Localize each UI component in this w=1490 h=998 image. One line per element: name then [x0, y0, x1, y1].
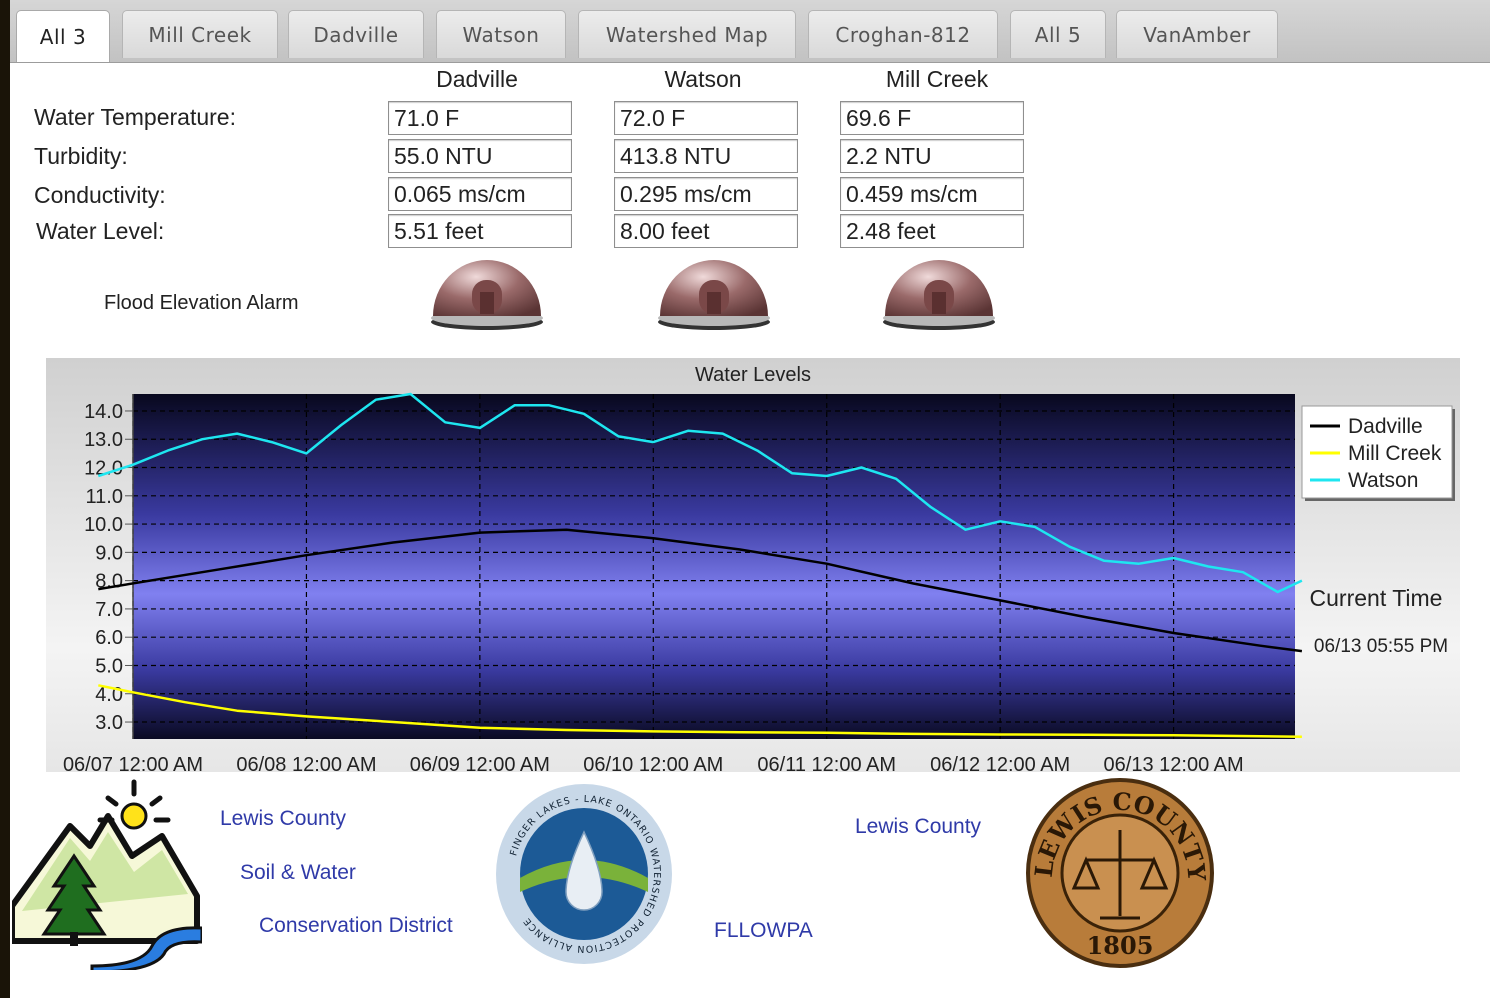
label-conductivity: Conductivity: — [34, 182, 166, 208]
watson-temp-field[interactable]: 72.0 F — [614, 101, 798, 135]
current-time-value: 06/13 05:55 PM — [1314, 636, 1448, 657]
tab-dadville[interactable]: Dadville — [288, 10, 424, 58]
dadville-conductivity-field[interactable]: 0.065 ms/cm — [388, 177, 572, 211]
chart-legend: Dadville Mill Creek Watson — [1301, 405, 1455, 501]
y-tick-label: 12.0 — [84, 458, 123, 480]
site-header-watson: Watson — [664, 66, 742, 92]
millcreek-alarm-beacon-icon — [883, 260, 995, 330]
site-tabbar: All 3 Mill Creek Dadville Watson Watersh… — [10, 0, 1490, 63]
county-seal-year: 1805 — [1087, 931, 1154, 960]
flood-alarm-label: Flood Elevation Alarm — [104, 292, 299, 314]
plot-area — [133, 394, 1295, 739]
x-tick-label: 06/08 12:00 AM — [236, 754, 376, 772]
millcreek-turbidity-field[interactable]: 2.2 NTU — [840, 139, 1024, 173]
tab-mill-creek[interactable]: Mill Creek — [122, 10, 278, 58]
y-tick-label: 13.0 — [84, 429, 123, 451]
current-time-label: Current Time — [1310, 585, 1443, 611]
y-tick-label: 14.0 — [84, 401, 123, 423]
site-header-dadville: Dadville — [436, 66, 518, 92]
site-header-mill-creek: Mill Creek — [885, 66, 989, 92]
millcreek-conductivity-field[interactable]: 0.459 ms/cm — [840, 177, 1024, 211]
dadville-turbidity-field[interactable]: 55.0 NTU — [388, 139, 572, 173]
x-tick-label: 06/07 12:00 AM — [63, 754, 203, 772]
swcd-link-line1[interactable]: Lewis County — [220, 807, 346, 831]
chart-title: Water Levels — [695, 364, 811, 386]
label-turbidity: Turbidity: — [34, 143, 128, 169]
legend-label: Dadville — [1348, 415, 1423, 438]
tab-all-5[interactable]: All 5 — [1010, 10, 1106, 58]
watson-level-field[interactable]: 8.00 feet — [614, 214, 798, 248]
y-tick-label: 9.0 — [95, 542, 123, 564]
lewis-county-link[interactable]: Lewis County — [855, 815, 981, 839]
legend-label: Mill Creek — [1348, 442, 1442, 465]
watson-conductivity-field[interactable]: 0.295 ms/cm — [614, 177, 798, 211]
millcreek-temp-field[interactable]: 69.6 F — [840, 101, 1024, 135]
y-tick-label: 6.0 — [95, 627, 123, 649]
dadville-alarm-beacon-icon — [431, 260, 543, 330]
dadville-temp-field[interactable]: 71.0 F — [388, 101, 572, 135]
x-tick-label: 06/11 12:00 AM — [757, 754, 896, 772]
y-tick-label: 10.0 — [84, 514, 123, 536]
watson-turbidity-field[interactable]: 413.8 NTU — [614, 139, 798, 173]
x-tick-label: 06/12 12:00 AM — [930, 754, 1070, 772]
fllowpa-link[interactable]: FLLOWPA — [714, 919, 813, 943]
lewis-county-seal-logo[interactable]: LEWIS COUNTY, N.Y. 1805 — [1026, 778, 1214, 968]
y-tick-label: 7.0 — [95, 599, 123, 621]
water-levels-chart: Water Levels 3.0 4.0 5.0 6.0 7.0 8.0 9.0 10.0 11… — [46, 358, 1460, 776]
y-tick-label: 5.0 — [95, 655, 123, 677]
watson-alarm-beacon-icon — [658, 260, 770, 330]
dadville-level-field[interactable]: 5.51 feet — [388, 214, 572, 248]
fllowpa-seal-logo[interactable]: FINGER LAKES - LAKE ONTARIO WATERSHED PR… — [494, 782, 674, 966]
millcreek-level-field[interactable]: 2.48 feet — [840, 214, 1024, 248]
tab-watson[interactable]: Watson — [436, 10, 566, 58]
x-tick-label: 06/09 12:00 AM — [410, 754, 550, 772]
water-levels-chart-svg: Water Levels 3.04.05.06.07.08.09.010.011… — [63, 364, 1455, 776]
tab-all-3[interactable]: All 3 — [16, 10, 110, 62]
legend-label: Watson — [1348, 469, 1418, 492]
x-tick-label: 06/13 12:00 AM — [1104, 754, 1244, 772]
tab-watershed-map[interactable]: Watershed Map — [578, 10, 796, 58]
y-tick-label: 3.0 — [95, 712, 123, 734]
tab-vanamber[interactable]: VanAmber — [1116, 10, 1278, 58]
swcd-link-line2[interactable]: Soil & Water — [240, 861, 356, 885]
y-tick-label: 11.0 — [86, 486, 123, 508]
swcd-logo — [12, 779, 202, 970]
app-frame: All 3 Mill Creek Dadville Watson Watersh… — [10, 0, 1490, 998]
swcd-link-line3[interactable]: Conservation District — [259, 914, 453, 938]
x-axis: 06/07 12:00 AM 06/08 12:00 AM 06/09 12:00 … — [63, 754, 1244, 776]
x-tick-label: 06/10 12:00 AM — [583, 754, 723, 772]
label-water-level: Water Level: — [36, 218, 165, 244]
label-water-temperature: Water Temperature: — [34, 104, 236, 130]
tab-croghan-812[interactable]: Croghan-812 — [808, 10, 998, 58]
